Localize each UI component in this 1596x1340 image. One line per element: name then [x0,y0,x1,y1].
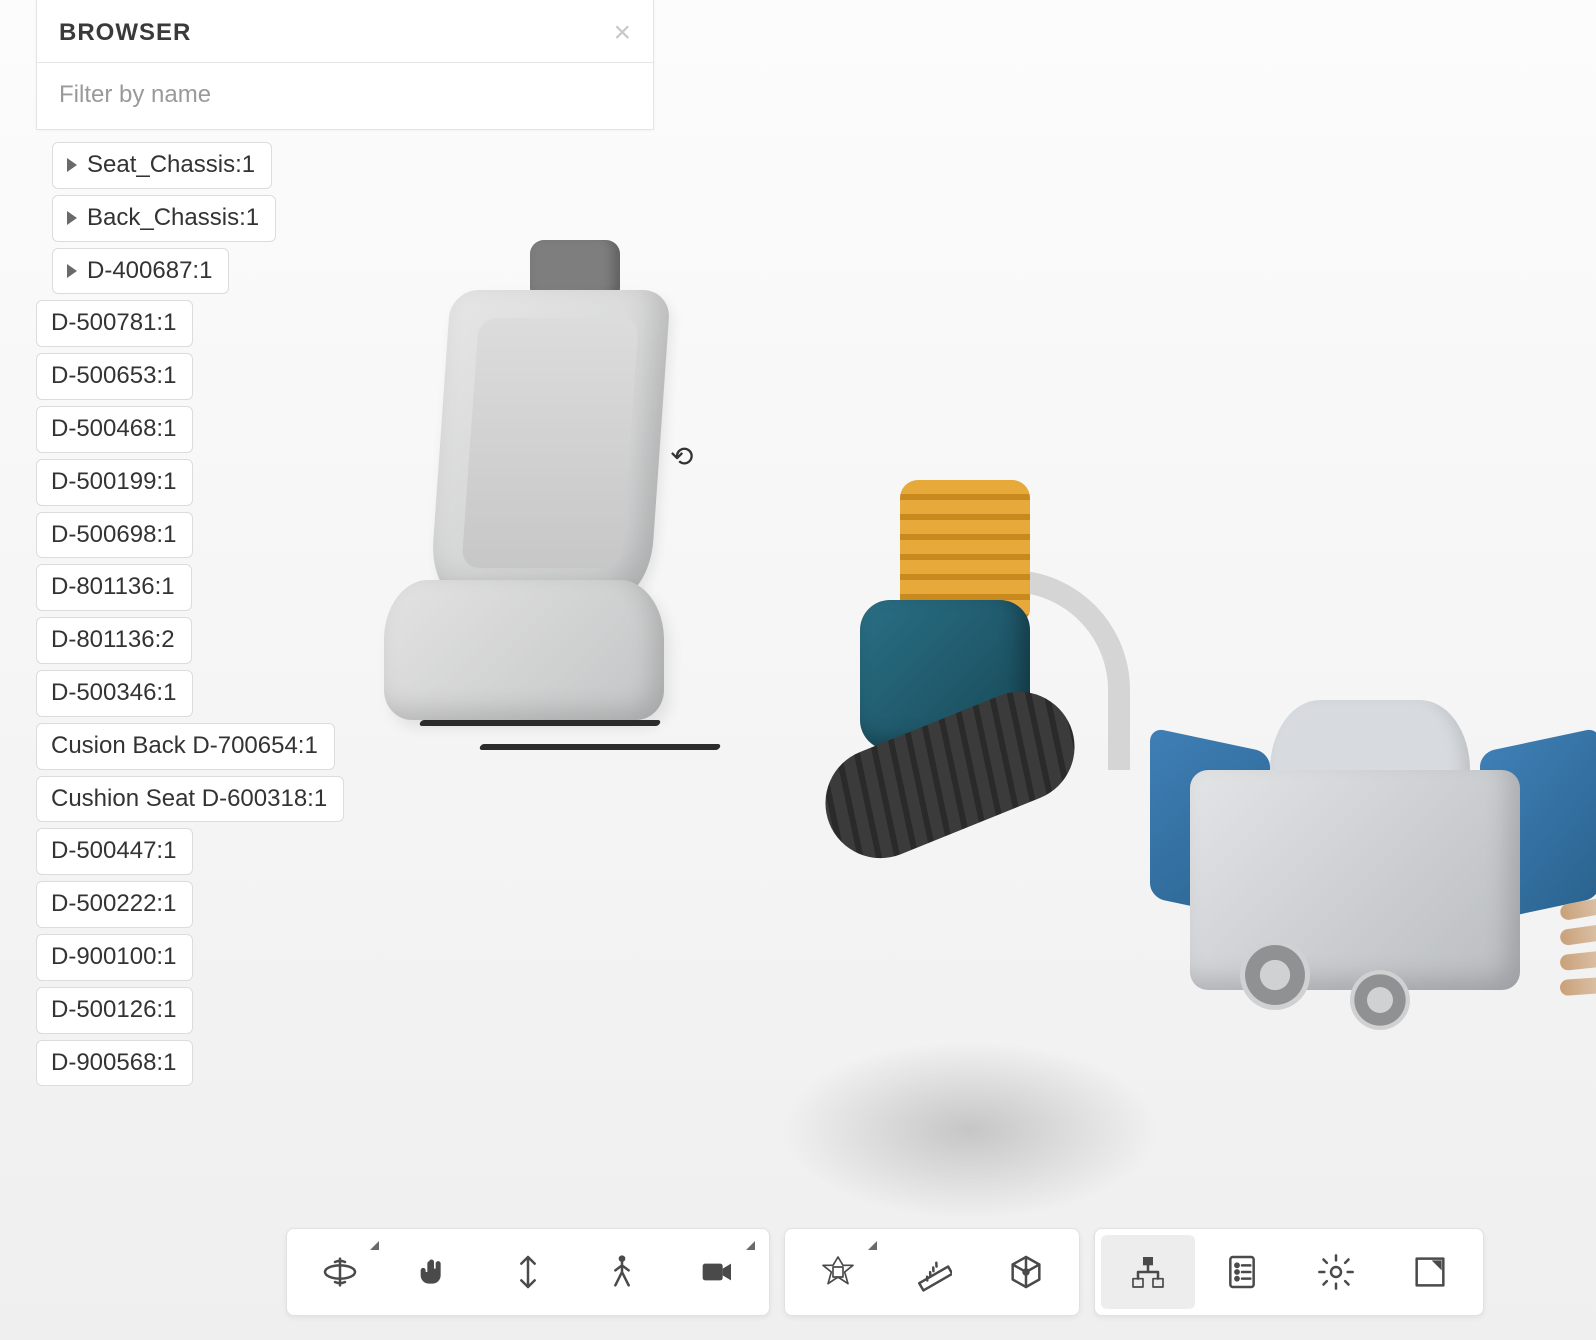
tree-item-label: D-900568:1 [51,1049,176,1078]
viewport-3d[interactable]: BROWSER × Seat_Chassis:1 Back_Chassis:1 D-… [0,0,1596,1340]
tree-item[interactable]: Cusion Back D-700654:1 [36,723,335,770]
tool-group-inspect [784,1228,1080,1316]
tree-item-label: Cusion Back D-700654:1 [51,732,318,761]
tree-item-label: D-801136:2 [51,626,175,655]
tree-item-label: D-500468:1 [51,415,176,444]
tree-item[interactable]: D-801136:2 [36,617,192,664]
tree-item[interactable]: Seat_Chassis:1 [52,142,272,189]
tree-item-label: Back_Chassis:1 [87,204,259,233]
section-icon [1006,1252,1046,1292]
pan-icon [414,1252,454,1292]
tree-item[interactable]: D-500468:1 [36,406,193,453]
browser-panel: BROWSER × [36,0,654,130]
properties-button[interactable] [1195,1235,1289,1309]
tree-item[interactable]: D-801136:1 [36,564,192,611]
pan-button[interactable] [387,1235,481,1309]
tree-item[interactable]: D-500222:1 [36,881,193,928]
properties-icon [1222,1252,1262,1292]
tree-item[interactable]: D-400687:1 [52,248,229,295]
tree-item-label: D-500653:1 [51,362,176,391]
updown-button[interactable] [481,1235,575,1309]
tree-item[interactable]: D-500653:1 [36,353,193,400]
filter-input[interactable] [37,63,653,129]
section-button[interactable] [979,1235,1073,1309]
updown-icon [508,1252,548,1292]
tree-item-label: D-500698:1 [51,521,176,550]
model-tree-button[interactable] [1101,1235,1195,1309]
browser-title: BROWSER [59,19,191,47]
tree-item-label: D-500222:1 [51,890,176,919]
measure-icon [912,1252,952,1292]
tree-item[interactable]: Cushion Seat D-600318:1 [36,776,344,823]
tree-item-label: D-500781:1 [51,309,176,338]
tree-item[interactable]: D-500346:1 [36,670,193,717]
browser-tree: Seat_Chassis:1 Back_Chassis:1 D-400687:1 D-… [36,142,344,1086]
model-nitro-engine[interactable] [790,480,1130,850]
tree-item-label: D-500199:1 [51,468,176,497]
tool-group-navigation [286,1228,770,1316]
explode-button[interactable] [791,1235,885,1309]
explode-icon [818,1252,858,1292]
orbit-icon [320,1252,360,1292]
model-car-seat[interactable] [360,250,670,790]
walk-icon [602,1252,642,1292]
tree-item[interactable]: D-900568:1 [36,1040,193,1087]
fullscreen-icon [1410,1252,1450,1292]
tool-group-panels [1094,1228,1484,1316]
walk-button[interactable] [575,1235,669,1309]
tree-item[interactable]: D-500781:1 [36,300,193,347]
browser-header: BROWSER × [37,0,653,63]
model-v8-engine[interactable] [1130,670,1590,1070]
tree-item[interactable]: D-500698:1 [36,512,193,559]
tree-item-label: D-400687:1 [87,257,212,286]
tree-item-label: D-500447:1 [51,837,176,866]
measure-button[interactable] [885,1235,979,1309]
caret-right-icon [67,211,77,225]
caret-right-icon [67,158,77,172]
tree-item-label: D-801136:1 [51,573,175,602]
tree-item[interactable]: D-500126:1 [36,987,193,1034]
tree-item[interactable]: D-500447:1 [36,828,193,875]
orbit-button[interactable] [293,1235,387,1309]
tree-item-label: D-500126:1 [51,996,176,1025]
tree-item[interactable]: Back_Chassis:1 [52,195,276,242]
caret-right-icon [67,264,77,278]
tree-item-label: D-500346:1 [51,679,176,708]
tree-item-label: Cushion Seat D-600318:1 [51,785,327,814]
fullscreen-button[interactable] [1383,1235,1477,1309]
camera-button[interactable] [669,1235,763,1309]
viewer-toolbar [286,1228,1484,1316]
settings-button[interactable] [1289,1235,1383,1309]
camera-icon [696,1252,736,1292]
tree-item-label: D-900100:1 [51,943,176,972]
ground-shadow [780,1040,1160,1220]
tree-item[interactable]: D-900100:1 [36,934,193,981]
tree-item[interactable]: D-500199:1 [36,459,193,506]
model-tree-icon [1128,1252,1168,1292]
tree-item-label: Seat_Chassis:1 [87,151,255,180]
orbit-cursor-icon: ⟲ [670,440,693,473]
submenu-indicator-icon [746,1241,755,1250]
submenu-indicator-icon [868,1241,877,1250]
close-icon[interactable]: × [613,18,631,48]
submenu-indicator-icon [370,1241,379,1250]
settings-icon [1316,1252,1356,1292]
